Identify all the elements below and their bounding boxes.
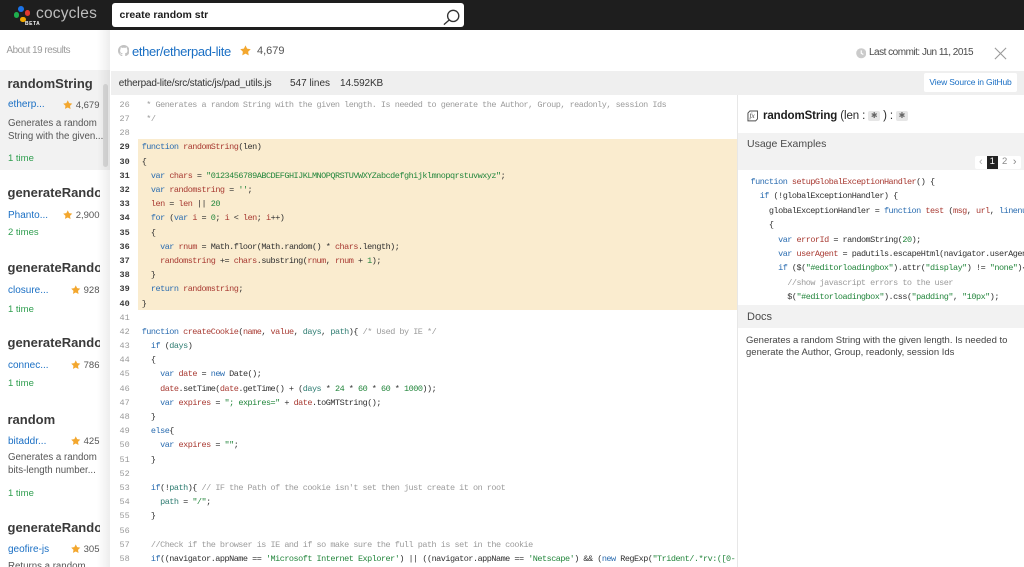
svg-text:fx: fx [749,112,755,120]
